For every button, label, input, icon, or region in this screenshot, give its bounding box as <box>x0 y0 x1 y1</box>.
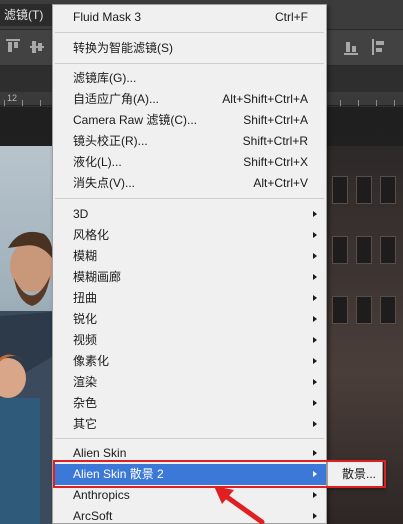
menu-separator <box>55 198 324 199</box>
menu-item-sharpen[interactable]: 锐化 <box>53 309 326 330</box>
menu-item-label: Fluid Mask 3 <box>73 10 142 24</box>
menu-item-adaptive-wide-angle[interactable]: 自适应广角(A)... Alt+Shift+Ctrl+A <box>53 89 326 110</box>
align-hcenter-icon[interactable] <box>372 39 386 55</box>
submenu-arrow-icon <box>313 421 317 427</box>
menu-separator <box>55 32 324 33</box>
menu-item-pixelate[interactable]: 像素化 <box>53 351 326 372</box>
menu-item-label: ArcSoft <box>73 509 113 523</box>
submenu-arrow-icon <box>313 492 317 498</box>
menu-item-label: 像素化 <box>73 354 110 368</box>
menu-item-label: 模糊画廊 <box>73 270 122 284</box>
menu-item-anthropics[interactable]: Anthropics <box>53 485 326 506</box>
menu-item-label: 锐化 <box>73 312 98 326</box>
menu-item-render[interactable]: 渲染 <box>53 372 326 393</box>
menu-item-video[interactable]: 视频 <box>53 330 326 351</box>
align-top-icon[interactable] <box>6 39 20 55</box>
align-vcenter-icon[interactable] <box>30 39 44 55</box>
ruler-number: 12 <box>7 93 18 103</box>
menu-item-fluid-mask[interactable]: Fluid Mask 3 Ctrl+F <box>53 7 326 28</box>
menu-item-vanishing-point[interactable]: 消失点(V)... Alt+Ctrl+V <box>53 173 326 194</box>
menu-item-other[interactable]: 其它 <box>53 414 326 435</box>
menu-item-stylize[interactable]: 风格化 <box>53 225 326 246</box>
menu-item-arcsoft[interactable]: ArcSoft <box>53 506 326 524</box>
menu-item-label: 自适应广角(A)... <box>73 92 159 106</box>
menu-item-shortcut: Alt+Ctrl+V <box>253 176 308 190</box>
menu-item-shortcut: Alt+Shift+Ctrl+A <box>222 92 308 106</box>
menu-item-label: 风格化 <box>73 228 110 242</box>
submenu-arrow-icon <box>313 358 317 364</box>
submenu-arrow-icon <box>313 232 317 238</box>
menu-separator <box>55 438 324 439</box>
photo-people <box>0 146 53 524</box>
filter-menu: Fluid Mask 3 Ctrl+F 转换为智能滤镜(S) 滤镜库(G)...… <box>52 4 327 524</box>
submenu-arrow-icon <box>313 513 317 519</box>
submenu-arrow-icon <box>313 211 317 217</box>
menu-item-label: 视频 <box>73 333 98 347</box>
menu-item-camera-raw[interactable]: Camera Raw 滤镜(C)... Shift+Ctrl+A <box>53 110 326 131</box>
menu-item-label: 液化(L)... <box>73 155 122 169</box>
menu-item-shortcut: Shift+Ctrl+X <box>243 155 308 169</box>
submenu-arrow-icon <box>313 295 317 301</box>
menu-item-label: 渲染 <box>73 375 98 389</box>
menu-item-label: 杂色 <box>73 396 98 410</box>
menu-item-blur-gallery[interactable]: 模糊画廊 <box>53 267 326 288</box>
submenu-arrow-icon <box>313 379 317 385</box>
menu-item-label: Anthropics <box>73 488 130 502</box>
menu-item-label: 模糊 <box>73 249 98 263</box>
menu-separator <box>55 63 324 64</box>
menu-item-shortcut: Ctrl+F <box>275 10 308 24</box>
menu-item-label: 消失点(V)... <box>73 176 135 190</box>
menu-item-label: 镜头校正(R)... <box>73 134 148 148</box>
submenu-arrow-icon <box>313 316 317 322</box>
menu-item-convert-smart-filter[interactable]: 转换为智能滤镜(S) <box>53 38 326 59</box>
menu-item-filter-gallery[interactable]: 滤镜库(G)... <box>53 68 326 89</box>
submenu-arrow-icon <box>313 253 317 259</box>
menu-item-label: 3D <box>73 207 89 221</box>
menu-filter[interactable]: 滤镜(T) <box>0 4 52 26</box>
submenu-arrow-icon <box>313 450 317 456</box>
menu-item-label: Camera Raw 滤镜(C)... <box>73 113 198 127</box>
menu-item-liquify[interactable]: 液化(L)... Shift+Ctrl+X <box>53 152 326 173</box>
menu-item-3d[interactable]: 3D <box>53 204 326 225</box>
annotation-highlight-box <box>53 460 386 488</box>
menu-item-shortcut: Shift+Ctrl+R <box>242 134 308 148</box>
menu-item-label: 扭曲 <box>73 291 98 305</box>
menu-item-label: 其它 <box>73 417 98 431</box>
annotation-arrow-icon <box>214 486 265 524</box>
menu-item-noise[interactable]: 杂色 <box>53 393 326 414</box>
menu-item-label: 转换为智能滤镜(S) <box>73 41 173 55</box>
align-bottom-icon[interactable] <box>344 39 358 55</box>
submenu-arrow-icon <box>313 337 317 343</box>
menu-item-lens-correction[interactable]: 镜头校正(R)... Shift+Ctrl+R <box>53 131 326 152</box>
menu-item-distort[interactable]: 扭曲 <box>53 288 326 309</box>
people-illustration <box>0 231 53 524</box>
menu-item-label: 滤镜库(G)... <box>73 71 137 85</box>
submenu-arrow-icon <box>313 274 317 280</box>
menu-item-blur[interactable]: 模糊 <box>53 246 326 267</box>
menu-item-shortcut: Shift+Ctrl+A <box>243 113 308 127</box>
submenu-arrow-icon <box>313 400 317 406</box>
